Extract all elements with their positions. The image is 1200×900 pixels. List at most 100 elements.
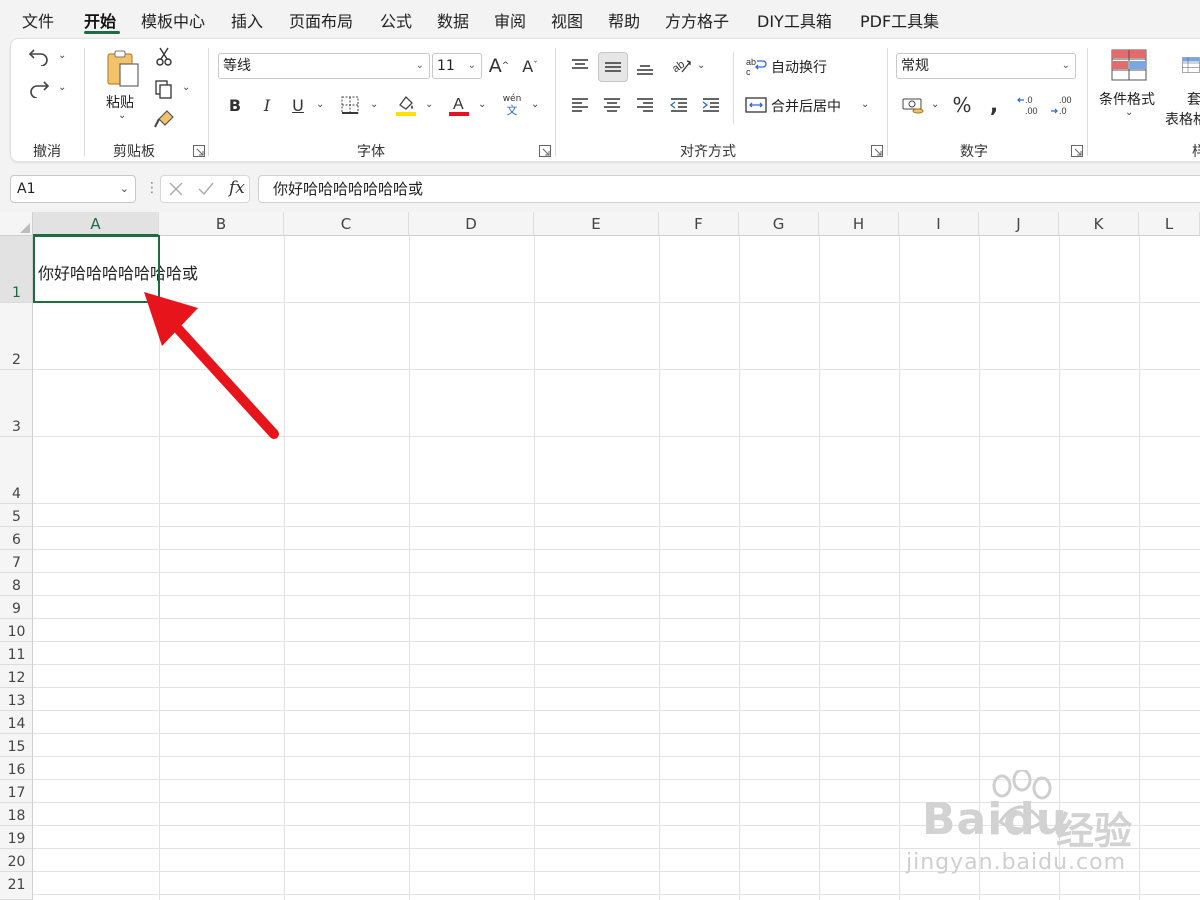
wrap-text-icon[interactable]: ab c: [744, 54, 768, 78]
tab-help[interactable]: 帮助: [608, 8, 640, 32]
percent-icon[interactable]: %: [950, 93, 974, 117]
row-header-21[interactable]: 21: [0, 872, 33, 900]
fill-color-chevron-icon[interactable]: ⌄: [425, 99, 433, 110]
align-middle-icon[interactable]: [598, 52, 628, 82]
merge-chevron-icon[interactable]: ⌄: [861, 99, 869, 110]
borders-chevron-icon[interactable]: ⌄: [370, 99, 378, 110]
column-header-i[interactable]: I: [899, 212, 979, 236]
borders-icon[interactable]: [339, 94, 361, 116]
column-header-a[interactable]: A: [33, 212, 159, 236]
tab-diy-toolbox[interactable]: DIY工具箱: [757, 8, 832, 32]
increase-decimal-icon[interactable]: .0.00: [1016, 92, 1042, 118]
align-center-icon[interactable]: [600, 93, 624, 117]
conditional-format-icon[interactable]: [1110, 48, 1148, 82]
paste-chevron-icon[interactable]: ⌄: [118, 110, 126, 121]
tab-pdf-tools[interactable]: PDF工具集: [860, 8, 939, 32]
conditional-format-label[interactable]: 条件格式: [1099, 89, 1155, 109]
cancel-icon[interactable]: [168, 181, 184, 197]
formula-input[interactable]: 你好哈哈哈哈哈哈哈或: [258, 175, 1200, 203]
phonetic-guide-icon[interactable]: wén 文: [498, 92, 526, 118]
align-bottom-icon[interactable]: [633, 56, 657, 80]
font-size-dropdown[interactable]: 11 ⌄: [432, 53, 482, 79]
underline-icon[interactable]: U: [287, 94, 309, 116]
tab-review[interactable]: 审阅: [494, 8, 526, 32]
column-header-c[interactable]: C: [284, 212, 409, 236]
format-as-table-icon[interactable]: [1182, 48, 1200, 82]
row-header-2[interactable]: 2: [0, 303, 33, 370]
row-header-12[interactable]: 12: [0, 665, 33, 688]
decrease-decimal-icon[interactable]: .00.0: [1049, 92, 1075, 118]
tab-formulas[interactable]: 公式: [380, 8, 412, 32]
undo-chevron-icon[interactable]: ⌄: [58, 50, 66, 61]
font-launcher-icon[interactable]: [539, 145, 551, 157]
row-header-5[interactable]: 5: [0, 504, 33, 527]
column-header-e[interactable]: E: [534, 212, 659, 236]
number-launcher-icon[interactable]: [1071, 145, 1083, 157]
format-painter-icon[interactable]: [152, 108, 176, 130]
font-color-chevron-icon[interactable]: ⌄: [478, 99, 486, 110]
row-header-16[interactable]: 16: [0, 757, 33, 780]
font-name-dropdown[interactable]: 等线 ⌄: [218, 53, 430, 79]
decrease-indent-icon[interactable]: [667, 93, 691, 117]
tab-home[interactable]: 开始: [84, 8, 116, 32]
column-header-h[interactable]: H: [819, 212, 899, 236]
row-header-13[interactable]: 13: [0, 688, 33, 711]
accounting-chevron-icon[interactable]: ⌄: [931, 99, 939, 110]
decrease-font-size-icon[interactable]: Aˇ: [518, 54, 542, 78]
copy-icon[interactable]: [152, 78, 176, 100]
insert-function-icon[interactable]: fx: [229, 178, 245, 198]
row-header-15[interactable]: 15: [0, 734, 33, 757]
alignment-launcher-icon[interactable]: [871, 145, 883, 157]
wrap-text-label[interactable]: 自动换行: [771, 57, 827, 77]
copy-chevron-icon[interactable]: ⌄: [182, 82, 190, 93]
row-header-20[interactable]: 20: [0, 849, 33, 872]
tab-data[interactable]: 数据: [437, 8, 469, 32]
accounting-format-icon[interactable]: [900, 93, 926, 117]
redo-chevron-icon[interactable]: ⌄: [58, 82, 66, 93]
comma-style-icon[interactable]: ,: [984, 93, 1004, 118]
tab-insert[interactable]: 插入: [231, 8, 263, 32]
row-header-17[interactable]: 17: [0, 780, 33, 803]
undo-icon[interactable]: [26, 44, 52, 68]
align-left-icon[interactable]: [568, 93, 592, 117]
column-header-j[interactable]: J: [979, 212, 1059, 236]
tab-view[interactable]: 视图: [551, 8, 583, 32]
format-as-table-label-bottom[interactable]: 表格格: [1165, 109, 1200, 129]
row-header-6[interactable]: 6: [0, 527, 33, 550]
number-format-dropdown[interactable]: 常规 ⌄: [896, 53, 1076, 79]
merge-center-label[interactable]: 合并后居中: [771, 96, 841, 116]
redo-icon[interactable]: [26, 76, 52, 100]
row-header-4[interactable]: 4: [0, 437, 33, 504]
column-header-l[interactable]: L: [1139, 212, 1200, 236]
row-header-18[interactable]: 18: [0, 803, 33, 826]
format-as-table-label-top[interactable]: 套: [1187, 89, 1200, 109]
increase-font-size-icon[interactable]: A ^: [487, 54, 511, 78]
row-header-7[interactable]: 7: [0, 550, 33, 573]
row-header-9[interactable]: 9: [0, 596, 33, 619]
row-header-14[interactable]: 14: [0, 711, 33, 734]
merge-center-icon[interactable]: [744, 93, 768, 117]
row-header-19[interactable]: 19: [0, 826, 33, 849]
tab-file[interactable]: 文件: [22, 8, 54, 32]
align-top-icon[interactable]: [568, 54, 592, 78]
phonetic-chevron-icon[interactable]: ⌄: [531, 99, 539, 110]
tab-page-layout[interactable]: 页面布局: [289, 8, 353, 32]
clipboard-launcher-icon[interactable]: [193, 145, 205, 157]
paste-label[interactable]: 粘贴: [106, 92, 134, 112]
enter-icon[interactable]: [197, 181, 215, 197]
column-header-b[interactable]: B: [159, 212, 284, 236]
tab-template-center[interactable]: 模板中心: [141, 8, 205, 32]
orientation-chevron-icon[interactable]: ⌄: [697, 60, 705, 71]
select-all-corner[interactable]: [0, 212, 33, 236]
row-header-8[interactable]: 8: [0, 573, 33, 596]
more-options-icon[interactable]: ⋮: [145, 180, 159, 196]
column-header-d[interactable]: D: [409, 212, 534, 236]
row-header-11[interactable]: 11: [0, 642, 33, 665]
fill-color-icon[interactable]: [393, 92, 419, 118]
bold-icon[interactable]: B: [224, 94, 246, 116]
increase-indent-icon[interactable]: [699, 93, 723, 117]
row-header-3[interactable]: 3: [0, 370, 33, 437]
row-header-1[interactable]: 1: [0, 236, 33, 303]
italic-icon[interactable]: I: [256, 94, 278, 116]
column-header-g[interactable]: G: [739, 212, 819, 236]
